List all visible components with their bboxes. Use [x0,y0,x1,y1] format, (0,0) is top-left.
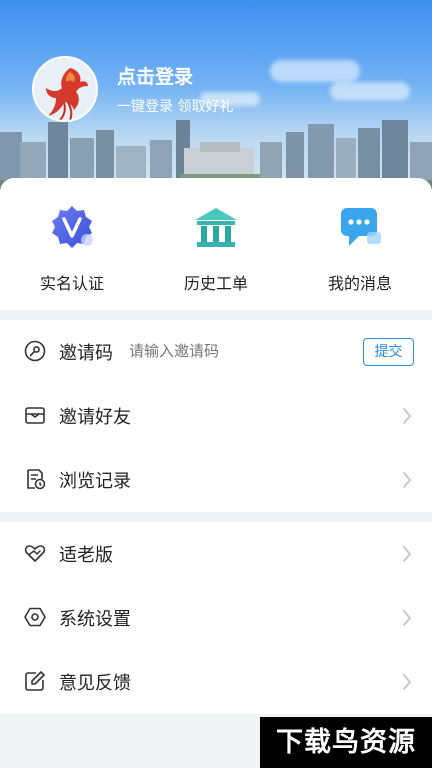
heart-hands-icon [24,545,46,562]
quick-action-label: 历史工单 [183,274,248,293]
menu-item-label: 意见反馈 [59,673,131,694]
menu-group-settings: 适老版 系统设置 意见反馈 [0,522,432,714]
menu-item-label: 系统设置 [59,609,131,630]
bank-building-icon [195,208,237,247]
profile-header: 点击登录 一键登录 领取好礼 [0,0,432,192]
chat-bubble-icon [341,208,381,246]
invite-code-row: 邀请码 提交 [0,320,432,384]
watermark-logo: 下载鸟资源 [260,717,432,768]
settings-hexagon-icon [24,607,46,627]
menu-group-invite: 邀请码 提交 邀请好友 浏览记录 [0,320,432,512]
login-title[interactable]: 点击登录 [117,62,193,89]
key-circle-icon [24,340,46,362]
invite-envelope-icon [25,407,45,424]
quick-action-history-orders[interactable]: 历史工单 [144,178,288,310]
menu-item-invite-friends[interactable]: 邀请好友 [0,384,432,448]
chevron-right-icon [403,610,412,626]
avatar[interactable] [32,56,98,122]
cloud-decoration [330,82,410,100]
chevron-right-icon [403,408,412,424]
quick-action-my-messages[interactable]: 我的消息 [288,178,432,310]
chevron-right-icon [403,472,412,488]
menu-item-elder-mode[interactable]: 适老版 [0,522,432,586]
menu-item-feedback[interactable]: 意见反馈 [0,650,432,714]
quick-action-real-name[interactable]: 实名认证 [0,178,144,310]
menu-item-system-settings[interactable]: 系统设置 [0,586,432,650]
history-doc-icon [27,469,46,490]
menu-item-label: 浏览记录 [59,471,131,492]
chevron-right-icon [403,674,412,690]
invite-code-label: 邀请码 [59,343,113,364]
menu-item-label: 适老版 [59,545,113,566]
cloud-decoration [270,60,360,82]
menu-item-label: 邀请好友 [59,407,131,428]
chevron-right-icon [403,546,412,562]
invite-code-input[interactable] [129,342,329,360]
quick-actions-card: 实名认证 历史工单 我的消息 [0,178,432,310]
verified-badge-icon [52,206,93,248]
submit-invite-button[interactable]: 提交 [363,338,414,366]
login-subtitle[interactable]: 一键登录 领取好礼 [117,96,233,116]
menu-item-browse-history[interactable]: 浏览记录 [0,448,432,512]
feedback-edit-icon [25,671,45,691]
quick-action-label: 实名认证 [39,274,104,293]
quick-action-label: 我的消息 [327,274,392,293]
